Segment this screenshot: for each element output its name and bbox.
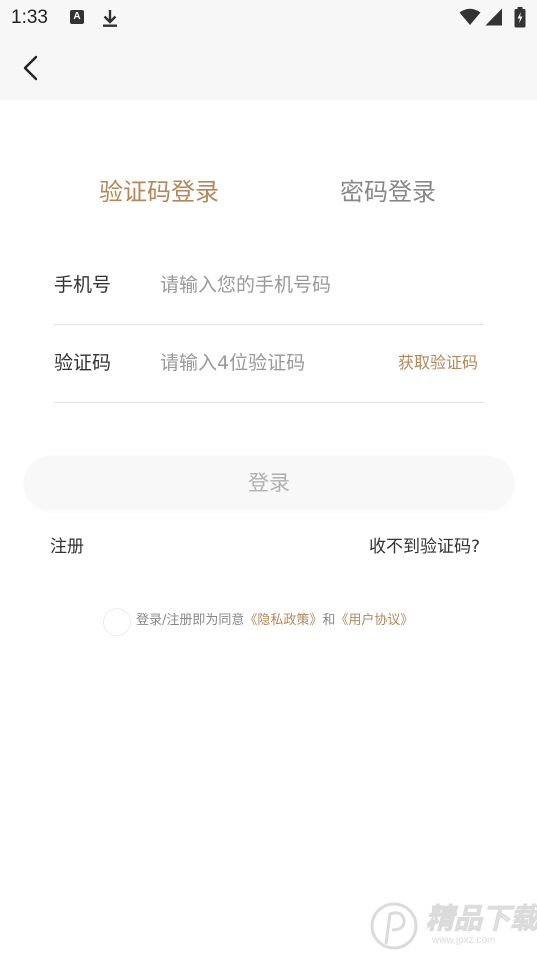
watermark: 精品下载 www.jpxz.com (366, 894, 537, 954)
watermark-logo-icon (370, 902, 418, 950)
agreement-conjunction: 和 (322, 613, 336, 628)
code-input[interactable] (160, 346, 380, 380)
phone-input[interactable] (160, 268, 480, 302)
register-link[interactable]: 注册 (50, 534, 84, 560)
code-field-row: 验证码 获取验证码 (54, 324, 484, 403)
phone-field-row: 手机号 (54, 246, 484, 325)
watermark-text: 精品下载 (425, 902, 537, 936)
a-icon: A (70, 10, 84, 24)
battery-charging-icon (514, 7, 526, 32)
download-icon (101, 8, 119, 32)
user-agreement-link[interactable]: 《用户协议》 (335, 613, 413, 628)
tab-password-login[interactable]: 密码登录 (340, 174, 436, 210)
get-code-button[interactable]: 获取验证码 (398, 350, 478, 376)
code-label: 验证码 (54, 352, 112, 374)
chevron-left-icon (23, 55, 38, 81)
back-button[interactable] (14, 50, 50, 86)
privacy-policy-link[interactable]: 《隐私政策》 (244, 613, 322, 628)
top-bar: 1:33 A (0, 0, 537, 100)
wifi-icon (459, 8, 481, 30)
agreement-prefix: 登录/注册即为同意 (136, 613, 245, 628)
tab-sms-login[interactable]: 验证码登录 (99, 174, 219, 210)
status-time: 1:33 (11, 7, 48, 28)
status-bar: 1:33 A (0, 0, 537, 36)
agree-checkbox[interactable] (103, 608, 131, 636)
signal-icon (485, 8, 503, 30)
no-code-link[interactable]: 收不到验证码? (369, 534, 480, 560)
login-button[interactable]: 登录 (24, 456, 514, 510)
watermark-url: www.jpxz.com (432, 935, 496, 946)
phone-label: 手机号 (54, 274, 112, 296)
agreement-text: 登录/注册即为同意《隐私政策》和《用户协议》 (136, 610, 413, 632)
